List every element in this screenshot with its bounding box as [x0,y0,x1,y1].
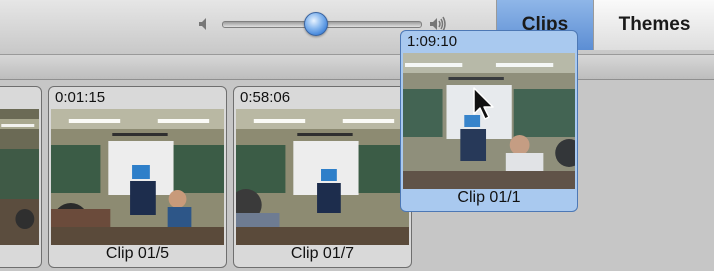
clip-card[interactable]: 0:01:15 Clip 01/5 [48,86,227,268]
clip-name: Clip 01/5 [105,245,170,262]
clip-thumbnail [51,109,224,245]
clip-duration: 0:58:06 [240,89,291,106]
tab-themes[interactable]: Themes [593,0,714,50]
clip-name: Clip 01/7 [290,245,355,262]
clip-card[interactable]: 0:58:06 Clip 01/7 [233,86,412,268]
clip-thumbnail [0,109,39,245]
clip-thumbnail [236,109,409,245]
speaker-low-icon[interactable] [196,15,214,33]
volume-slider-knob[interactable] [304,12,328,36]
clip-name [0,245,41,265]
subbar [0,55,714,80]
clip-duration: 0:01:15 [55,89,106,106]
arrow-cursor-icon [472,86,498,122]
clip-card[interactable] [0,86,42,268]
clip-duration: 1:09:10 [407,33,458,50]
clip-name: Clip 01/1 [457,189,521,206]
toolbar: Clips Themes [0,0,714,55]
